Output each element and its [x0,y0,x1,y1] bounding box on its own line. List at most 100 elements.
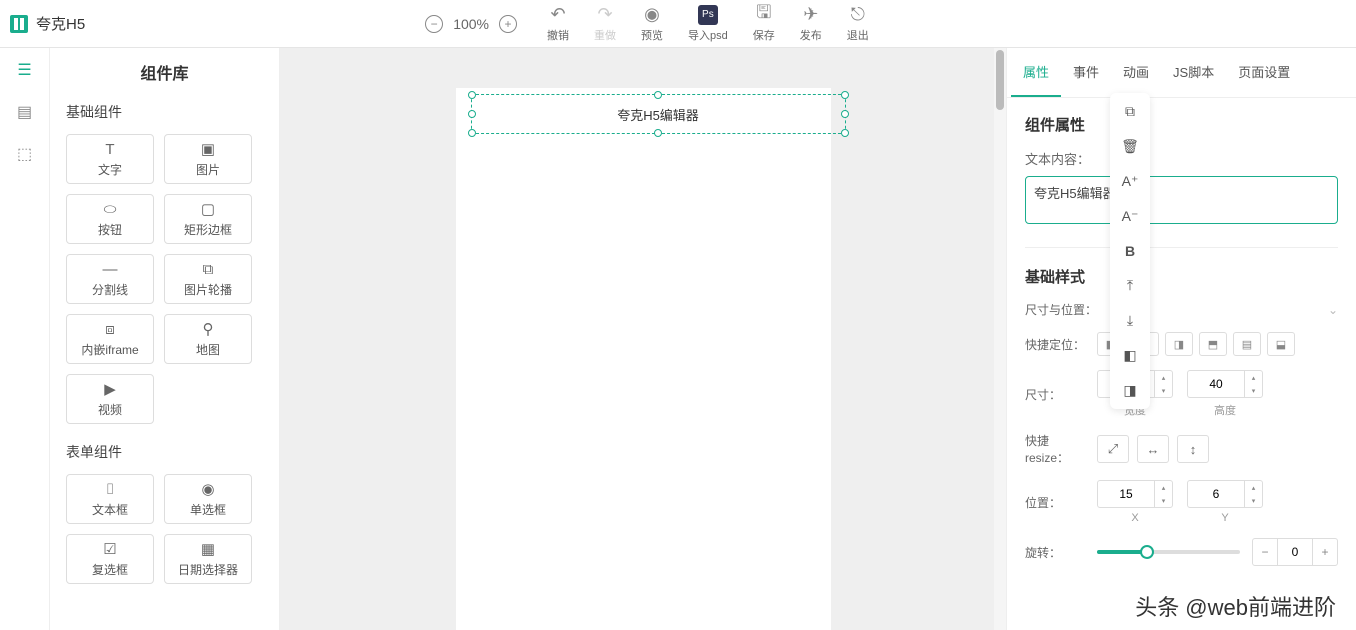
align-top-button[interactable]: ⬒ [1199,332,1227,356]
comp-carousel[interactable]: ⧉图片轮播 [164,254,252,304]
zoom-level: 100% [453,16,489,32]
tab-properties[interactable]: 属性 [1011,48,1061,97]
resize-width-button[interactable]: ↔ [1137,435,1169,463]
radio-icon: ◉ [201,480,214,498]
comp-map[interactable]: ⚲地图 [164,314,252,364]
font-increase-button[interactable]: A⁺ [1122,173,1139,190]
selected-text: 夸克H5编辑器 [617,105,699,124]
copy-button[interactable]: ⧉ [1125,103,1135,120]
tab-script[interactable]: JS脚本 [1161,48,1226,97]
zoom-out-button[interactable]: − [425,15,443,33]
comp-image[interactable]: ▣图片 [164,134,252,184]
resize-both-button[interactable]: ⤢ [1097,435,1129,463]
canvas-area[interactable]: 夸克H5编辑器 ⧉ 🗑 A⁺ A⁻ B ⤒ ⤓ ◧ ◨ [280,48,1006,630]
undo-icon: ↶ [548,5,568,25]
exit-button[interactable]: ⎋退出 [847,5,869,43]
nav-layers[interactable]: ⬚ [17,144,32,164]
zoom-controls: − 100% + [425,15,517,33]
comp-rect[interactable]: ▢矩形边框 [164,194,252,244]
delete-button[interactable]: 🗑 [1121,138,1139,155]
comp-text[interactable]: T文字 [66,134,154,184]
video-icon: ▶ [104,380,116,398]
carousel-icon: ⧉ [203,261,214,278]
image-icon: ▣ [201,140,215,158]
checkbox-icon: ☑ [103,540,116,558]
floating-toolbar: ⧉ 🗑 A⁺ A⁻ B ⤒ ⤓ ◧ ◨ [1110,93,1150,409]
vertical-scrollbar[interactable] [994,48,1006,630]
textbox-icon: ⌷ [105,481,114,498]
size-label: 尺寸： [1025,386,1085,403]
height-input[interactable]: ▴▾ [1187,370,1263,398]
comp-iframe[interactable]: ⧈内嵌iframe [66,314,154,364]
properties-panel: 属性 事件 动画 JS脚本 页面设置 组件属性 文本内容： 基础样式 尺寸与位置… [1006,48,1356,630]
size-position-label: 尺寸与位置： [1025,301,1097,318]
base-style-title: 基础样式 [1025,266,1338,287]
comp-video[interactable]: ▶视频 [66,374,154,424]
bold-button[interactable]: B [1125,243,1135,259]
text-content-label: 文本内容： [1025,149,1338,168]
undo-button[interactable]: ↶撤销 [547,5,569,43]
form-section-title: 表单组件 [66,442,263,462]
psd-icon: Ps [698,5,718,25]
text-content-input[interactable] [1025,176,1338,224]
comp-button[interactable]: ⬭按钮 [66,194,154,244]
comp-textbox[interactable]: ⌷文本框 [66,474,154,524]
selected-element[interactable]: 夸克H5编辑器 [471,94,846,134]
publish-button[interactable]: ✈发布 [800,5,822,43]
comp-checkbox[interactable]: ☑复选框 [66,534,154,584]
x-input[interactable]: ▴▾ [1097,480,1173,508]
quick-resize-label: 快捷resize： [1025,432,1085,466]
basic-section-title: 基础组件 [66,102,263,122]
rotate-label: 旋转： [1025,544,1085,561]
button-icon: ⬭ [104,201,117,218]
redo-button[interactable]: ↷重做 [594,5,616,43]
iframe-icon: ⧈ [105,321,115,338]
map-icon: ⚲ [203,320,214,338]
zoom-in-button[interactable]: + [499,15,517,33]
tab-events[interactable]: 事件 [1061,48,1111,97]
layer-down-button[interactable]: ◨ [1123,382,1136,399]
comp-datepicker[interactable]: ▦日期选择器 [164,534,252,584]
component-panel: 组件库 基础组件 T文字 ▣图片 ⬭按钮 ▢矩形边框 —分割线 ⧉图片轮播 ⧈内… [50,48,280,630]
rotate-stepper[interactable]: −+ [1252,538,1338,566]
text-icon: T [105,141,114,158]
canvas[interactable]: 夸克H5编辑器 [456,88,831,630]
save-button[interactable]: 🖫保存 [753,5,775,43]
bring-front-button[interactable]: ⤒ [1127,277,1133,294]
app-logo: 夸克H5 [10,13,85,34]
layer-up-button[interactable]: ◧ [1123,347,1136,364]
align-middle-button[interactable]: ▤ [1233,332,1261,356]
y-input[interactable]: ▴▾ [1187,480,1263,508]
watermark: 头条 @web前端进阶 [1135,590,1336,622]
component-props-title: 组件属性 [1025,114,1338,135]
top-toolbar: 夸克H5 − 100% + ↶撤销 ↷重做 ◉预览 Ps导入psd 🖫保存 ✈发… [0,0,1356,48]
rotate-slider[interactable] [1097,550,1240,554]
redo-icon: ↷ [595,5,615,25]
quick-pos-label: 快捷定位： [1025,336,1085,353]
exit-icon: ⎋ [848,5,868,25]
prop-tabs: 属性 事件 动画 JS脚本 页面设置 [1007,48,1356,98]
rect-icon: ▢ [201,200,215,218]
align-right-button[interactable]: ◨ [1165,332,1193,356]
send-back-button[interactable]: ⤓ [1127,312,1133,329]
divider-icon: — [103,261,118,278]
comp-divider[interactable]: —分割线 [66,254,154,304]
nav-pages[interactable]: ▤ [17,102,32,122]
nav-components[interactable]: ☰ [17,60,31,80]
resize-height-button[interactable]: ↕ [1177,435,1209,463]
app-name: 夸克H5 [36,13,85,34]
save-icon: 🖫 [754,5,774,25]
tab-animation[interactable]: 动画 [1111,48,1161,97]
nav-rail: ☰ ▤ ⬚ [0,48,50,630]
calendar-icon: ▦ [201,540,215,558]
component-panel-title: 组件库 [66,60,263,84]
comp-radio[interactable]: ◉单选框 [164,474,252,524]
tab-page-settings[interactable]: 页面设置 [1226,48,1302,97]
send-icon: ✈ [801,5,821,25]
chevron-down-icon[interactable]: ⌄ [1328,303,1338,317]
align-bottom-button[interactable]: ⬓ [1267,332,1295,356]
import-psd-button[interactable]: Ps导入psd [688,5,728,43]
eye-icon: ◉ [642,5,662,25]
preview-button[interactable]: ◉预览 [641,5,663,43]
font-decrease-button[interactable]: A⁻ [1122,208,1139,225]
